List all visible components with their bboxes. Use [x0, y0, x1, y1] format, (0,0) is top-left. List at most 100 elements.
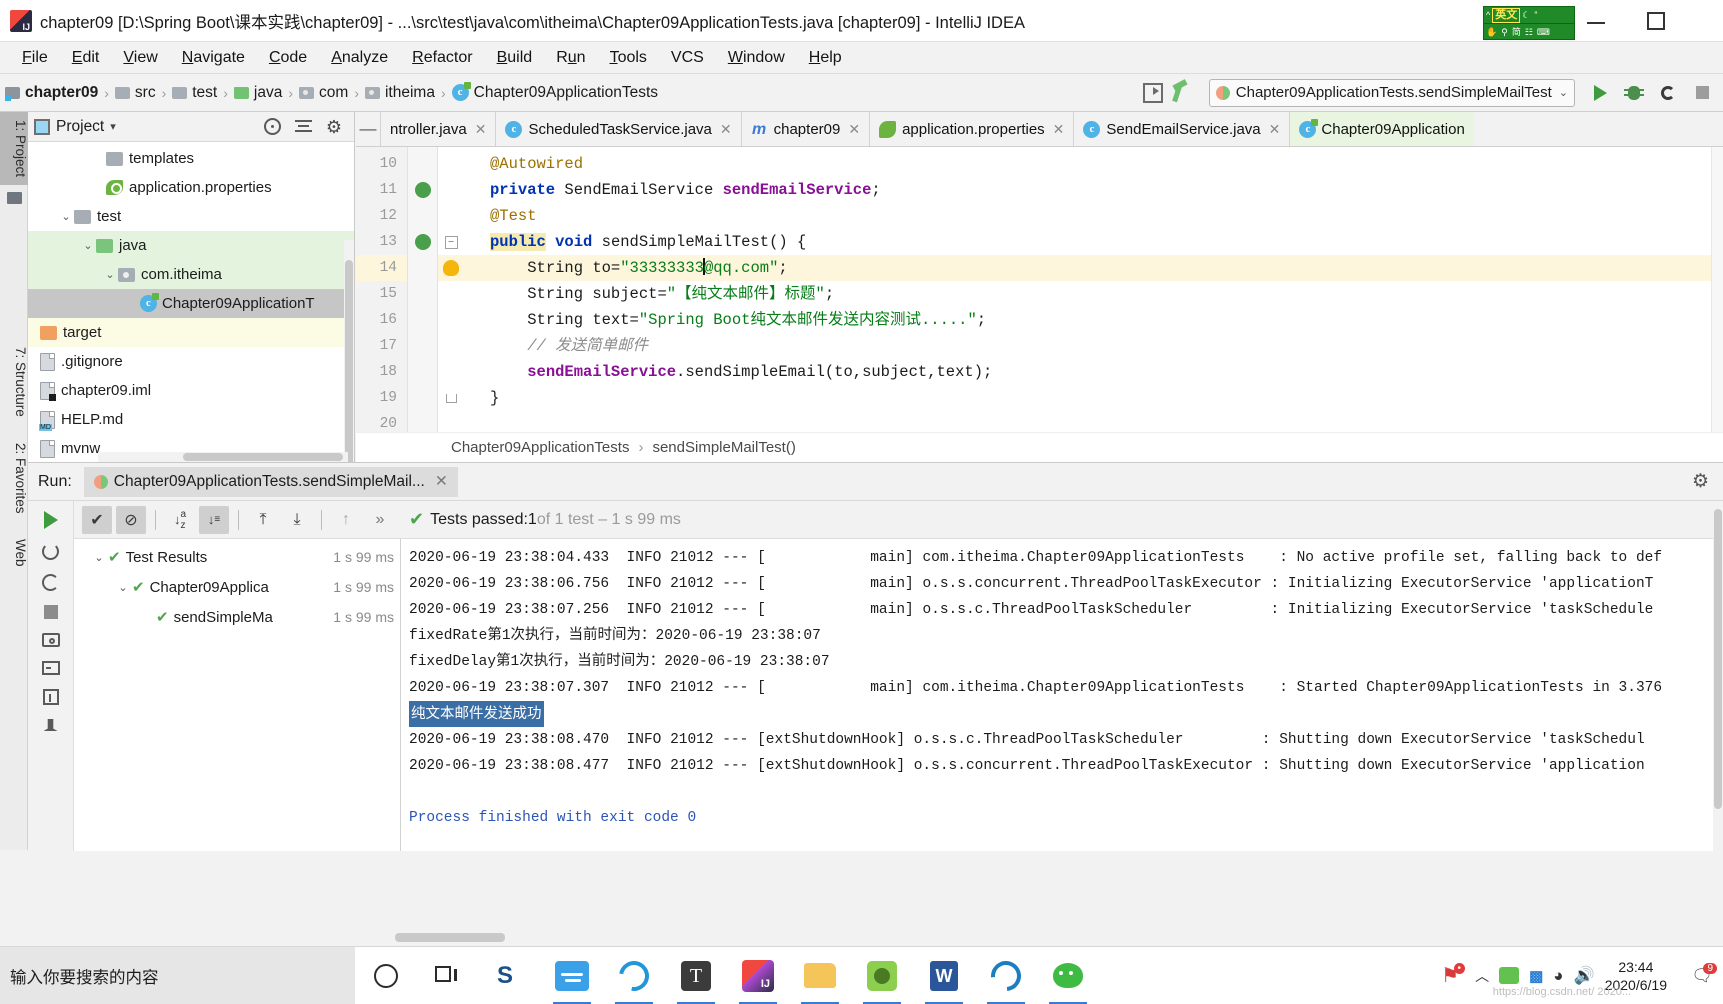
test-tree-root[interactable]: ⌄ ✔ Test Results 1 s 99 ms: [74, 542, 400, 572]
navicat-icon[interactable]: [851, 947, 913, 1004]
pin-icon[interactable]: [43, 719, 58, 731]
ime-floating-toolbar[interactable]: ^ 英文 ☾ ” ✋ ⚲ 简 ☷ ⌨: [1483, 6, 1575, 40]
notification-icon[interactable]: ⚑ •: [1435, 961, 1466, 991]
tree-item-help-md[interactable]: HELP.md: [28, 405, 354, 434]
menu-run[interactable]: Run: [544, 49, 597, 67]
breadcrumb-com[interactable]: com: [294, 84, 353, 102]
editor-tab-chapter09applicationtests[interactable]: c Chapter09Application: [1289, 112, 1474, 146]
maximize-button[interactable]: [1647, 12, 1665, 30]
tree-item-test[interactable]: ⌄ test: [28, 202, 354, 231]
wifi-icon[interactable]: ◕: [1553, 966, 1563, 986]
sidebar-item-favorites[interactable]: 2: Favorites: [0, 435, 28, 522]
stop-icon[interactable]: [43, 605, 58, 619]
console-output[interactable]: 2020-06-19 23:38:04.433 INFO 21012 --- […: [401, 539, 1723, 851]
editor-tab-sendemailservice[interactable]: c SendEmailService.java ✕: [1073, 112, 1290, 146]
run-session-tab[interactable]: Chapter09ApplicationTests.sendSimpleMail…: [83, 466, 458, 497]
folder-icon[interactable]: [0, 185, 28, 211]
editor-tab-controller[interactable]: ntroller.java ✕: [380, 112, 496, 146]
menu-navigate[interactable]: Navigate: [170, 49, 257, 67]
hammer-icon[interactable]: [1171, 78, 1197, 106]
rerun-failed-icon[interactable]: [42, 543, 59, 560]
editor-scrollbar[interactable]: [1711, 147, 1723, 437]
collapse-all-icon[interactable]: [294, 119, 312, 134]
run-gutter-icon[interactable]: [414, 234, 431, 250]
edge-icon[interactable]: [975, 947, 1037, 1004]
sidebar-item-project[interactable]: 1: Project: [0, 112, 28, 186]
search-input[interactable]: 输入你要搜索的内容: [0, 946, 355, 1004]
breadcrumb-test[interactable]: test: [167, 84, 222, 102]
toggle-icon[interactable]: [41, 661, 60, 675]
menu-vcs[interactable]: VCS: [659, 49, 716, 67]
menu-view[interactable]: View: [111, 49, 169, 67]
speaker-icon[interactable]: 🔊: [1574, 966, 1595, 986]
tree-item-templates[interactable]: templates: [28, 144, 354, 173]
sort-alphabetically-icon[interactable]: ↓ a z: [165, 506, 195, 534]
close-icon[interactable]: ✕: [720, 121, 732, 138]
show-ignored-icon[interactable]: ⊘: [116, 505, 146, 534]
tree-item-chapter09applicationtests[interactable]: c Chapter09ApplicationT: [28, 289, 354, 318]
export-icon[interactable]: [42, 689, 59, 705]
rerun-icon[interactable]: [43, 511, 58, 529]
tree-item-com-itheima[interactable]: ⌄ com.itheima: [28, 260, 354, 289]
menu-analyze[interactable]: Analyze: [319, 49, 400, 67]
tree-item-gitignore[interactable]: .gitignore: [28, 347, 354, 376]
ime-quote-icon[interactable]: ”: [1532, 7, 1539, 23]
wechat-icon[interactable]: [1037, 947, 1099, 1004]
editor-tab-chapter09-pom[interactable]: m chapter09 ✕: [740, 112, 870, 146]
menu-build[interactable]: Build: [485, 49, 545, 67]
typora-icon[interactable]: T: [665, 947, 727, 1004]
internet-explorer-icon[interactable]: [603, 947, 665, 1004]
breadcrumb-chapter09[interactable]: chapter09: [0, 84, 103, 102]
editor-tab-application-properties[interactable]: application.properties ✕: [869, 112, 1074, 146]
chevron-down-icon[interactable]: ⌄: [90, 551, 108, 564]
code-editor[interactable]: 10 11 12 13 14 15 16 17 18 19 20 − @Auto…: [356, 147, 1723, 437]
intellij-idea-icon[interactable]: IJ: [727, 947, 789, 1004]
test-results-tree[interactable]: ⌄ ✔ Test Results 1 s 99 ms ⌄ ✔ Chapter09…: [74, 539, 401, 851]
collapse-all-icon[interactable]: ⤓: [282, 506, 312, 534]
ime-soft-keyboard-icon[interactable]: ⌨: [1535, 24, 1552, 40]
sidebar-item-structure[interactable]: 7: Structure: [0, 339, 28, 425]
breadcrumb-test-class[interactable]: c Chapter09ApplicationTests: [447, 82, 663, 102]
show-passed-icon[interactable]: ✔: [82, 505, 112, 534]
menu-tools[interactable]: Tools: [598, 49, 659, 67]
ime-hand-icon[interactable]: ✋: [1484, 24, 1499, 40]
tree-item-application-properties[interactable]: application.properties: [28, 173, 354, 202]
gear-icon[interactable]: ⚙: [326, 118, 342, 136]
sogou-icon[interactable]: S: [479, 947, 541, 1004]
close-icon[interactable]: ✕: [475, 121, 487, 138]
breadcrumb-method-label[interactable]: sendSimpleMailTest(): [652, 439, 795, 456]
gear-icon[interactable]: ⚙: [1692, 470, 1709, 493]
chevron-down-icon[interactable]: ⌄: [58, 210, 74, 223]
chevron-down-icon[interactable]: ⌄: [114, 581, 132, 594]
chevron-up-icon[interactable]: ︿: [1475, 966, 1489, 986]
tree-item-chapter09-iml[interactable]: chapter09.iml: [28, 376, 354, 405]
task-view-icon[interactable]: [417, 947, 479, 1004]
ime-search-icon[interactable]: ⚲: [1499, 24, 1510, 40]
close-icon[interactable]: ✕: [848, 121, 860, 138]
fold-icon[interactable]: −: [444, 235, 458, 249]
breadcrumb-java[interactable]: java: [229, 84, 287, 102]
menu-window[interactable]: Window: [716, 49, 797, 67]
locate-icon[interactable]: [263, 118, 281, 135]
menu-edit[interactable]: Edit: [60, 49, 112, 67]
run-button[interactable]: [1587, 80, 1613, 106]
tray-app-icon[interactable]: [1499, 967, 1520, 984]
close-icon[interactable]: ✕: [435, 472, 448, 491]
console-horizontal-scrollbar[interactable]: [395, 933, 505, 942]
preview-icon[interactable]: [1142, 82, 1163, 103]
previous-failed-icon[interactable]: ↑: [331, 506, 361, 534]
sort-by-duration-icon[interactable]: ↓ ≡: [199, 505, 229, 534]
close-icon[interactable]: ✕: [1053, 121, 1065, 138]
test-tree-method[interactable]: ✔ sendSimpleMa 1 s 99 ms: [74, 602, 400, 632]
rerun-all-icon[interactable]: [42, 574, 59, 591]
editor-tab-scheduledtaskservice[interactable]: c ScheduledTaskService.java ✕: [495, 112, 741, 146]
hide-tabs-button[interactable]: —: [356, 112, 380, 146]
tray-stats-icon[interactable]: ▩: [1529, 967, 1543, 985]
file-explorer-icon[interactable]: [789, 947, 851, 1004]
chevron-down-icon[interactable]: ▾: [110, 120, 116, 133]
action-center-icon[interactable]: 🗨 9: [1687, 961, 1717, 991]
ime-simplified-label[interactable]: 简: [1510, 24, 1523, 40]
tree-item-java[interactable]: ⌄ java: [28, 231, 354, 260]
close-icon[interactable]: ✕: [1269, 121, 1281, 138]
screenshot-icon[interactable]: [41, 633, 60, 647]
